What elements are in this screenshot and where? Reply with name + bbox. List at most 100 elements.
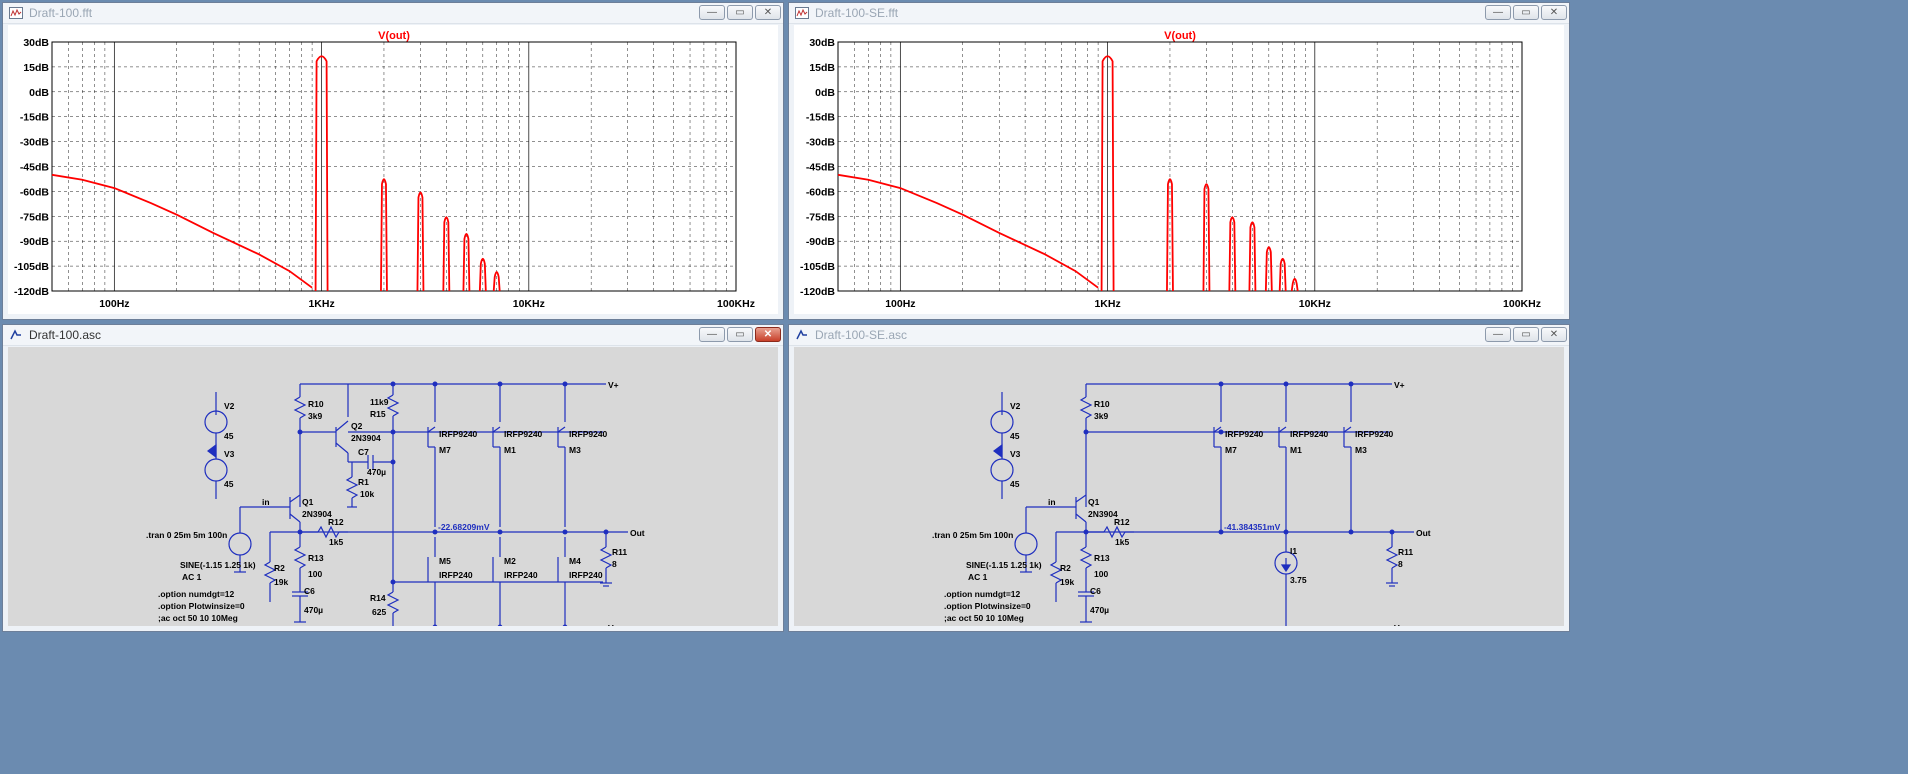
option-numdgt[interactable]: .option numdgt=12: [158, 589, 235, 599]
r13-value: 100: [308, 569, 322, 579]
harmonic-peak: [1278, 257, 1287, 292]
i1-label: I1: [1290, 546, 1297, 556]
v3-value: 45: [224, 479, 234, 489]
r10-value: 3k9: [308, 411, 322, 421]
harmonic-peak: [478, 257, 487, 292]
r2-label: R2: [274, 563, 285, 573]
node-voltage: -22.68209mV: [438, 522, 490, 532]
node-voltage: -41.384351mV: [1224, 522, 1281, 532]
schematic-window-2[interactable]: Draft-100-SE.asc — ▭ ✕ V2 45 V3 45 R10 3…: [788, 324, 1570, 632]
v2-label: V2: [224, 401, 235, 411]
ac-source: AC 1: [968, 572, 988, 582]
out-label: Out: [1416, 528, 1431, 538]
y-tick-label: 0dB: [815, 87, 835, 99]
r1-value: 10k: [360, 489, 374, 499]
schematic-diagram-2[interactable]: V2 45 V3 45 R10 3k9 Q1 2N3904 in R12 1k5…: [794, 347, 1564, 626]
y-tick-label: -105dB: [14, 261, 49, 273]
titlebar[interactable]: Draft-100-SE.asc — ▭ ✕: [789, 325, 1569, 346]
m7-model: IRFP9240: [439, 429, 478, 439]
minimize-button[interactable]: —: [1485, 5, 1511, 20]
ac-source: AC 1: [182, 572, 202, 582]
r2-value: 19k: [1060, 577, 1074, 587]
m5-model: IRFP240: [439, 570, 473, 580]
q2-label: Q2: [351, 421, 363, 431]
option-numdgt[interactable]: .option numdgt=12: [944, 589, 1021, 599]
r14-value: 625: [372, 607, 386, 617]
maximize-button[interactable]: ▭: [727, 5, 753, 20]
close-button[interactable]: ✕: [755, 5, 781, 20]
schematic-canvas[interactable]: V2 45 V3 45 R10 3k9 Q2 2N3904 11k9 R15 C…: [8, 347, 778, 626]
x-tick-label: 100KHz: [1503, 298, 1541, 310]
m3-model: IRFP9240: [1355, 429, 1394, 439]
r2-label: R2: [1060, 563, 1071, 573]
vplus-label: V+: [608, 380, 619, 390]
option-plotwinsize[interactable]: .option Plotwinsize=0: [158, 601, 245, 611]
y-tick-label: -15dB: [20, 112, 50, 124]
r13-label: R13: [1094, 553, 1110, 563]
c7-label: C7: [358, 447, 369, 457]
vplus-label: V+: [1394, 380, 1405, 390]
vminus-label: V-: [1394, 623, 1402, 626]
maximize-button[interactable]: ▭: [1513, 5, 1539, 20]
y-tick-label: -30dB: [806, 137, 836, 149]
m1-model: IRFP9240: [1290, 429, 1329, 439]
x-tick-label: 100Hz: [99, 298, 129, 310]
r12-label: R12: [328, 517, 344, 527]
x-tick-label: 1KHz: [1094, 298, 1120, 310]
x-tick-label: 100Hz: [885, 298, 915, 310]
y-tick-label: -60dB: [806, 186, 836, 198]
m3-label: M3: [569, 445, 581, 455]
schematic-window-1[interactable]: Draft-100.asc — ▭ ✕ V2 45 V3 45 R10 3k9 …: [2, 324, 784, 632]
fft-window-1[interactable]: Draft-100.fft — ▭ ✕ 30dB 15dB 0dB -15dB -30d…: [2, 2, 784, 320]
tran-directive[interactable]: .tran 0 25m 5m 100n: [932, 530, 1013, 540]
maximize-button[interactable]: ▭: [1513, 327, 1539, 342]
c6-label: C6: [304, 586, 315, 596]
m2-label: M2: [504, 556, 516, 566]
m1-model: IRFP9240: [504, 429, 543, 439]
r15-value: 11k9: [370, 397, 389, 407]
close-button[interactable]: ✕: [755, 327, 781, 342]
v2-value: 45: [1010, 431, 1020, 441]
y-tick-label: -105dB: [800, 261, 835, 273]
y-tick-label: -120dB: [14, 286, 49, 298]
titlebar[interactable]: Draft-100-SE.fft — ▭ ✕: [789, 3, 1569, 24]
schematic-canvas[interactable]: V2 45 V3 45 R10 3k9 Q1 2N3904 in R12 1k5…: [794, 347, 1564, 626]
fft-plot-area[interactable]: 30dB 15dB 0dB -15dB -30dB -45dB -60dB -75dB -90d…: [8, 25, 778, 314]
ac-comment[interactable]: ;ac oct 50 10 10Meg: [158, 613, 238, 623]
fft-chart-1[interactable]: 30dB 15dB 0dB -15dB -30dB -45dB -60dB -75dB -90d…: [8, 25, 778, 314]
sine-source: SINE(-1.15 1.25 1k): [966, 560, 1042, 570]
titlebar[interactable]: Draft-100.asc — ▭ ✕: [3, 325, 783, 346]
close-button[interactable]: ✕: [1541, 5, 1567, 20]
ac-comment[interactable]: ;ac oct 50 10 10Meg: [944, 613, 1024, 623]
m4-label: M4: [569, 556, 581, 566]
sine-source: SINE(-1.15 1.25 1k): [180, 560, 256, 570]
m1-label: M1: [504, 445, 516, 455]
q1-label: Q1: [1088, 497, 1100, 507]
schematic-diagram-1[interactable]: V2 45 V3 45 R10 3k9 Q2 2N3904 11k9 R15 C…: [8, 347, 778, 626]
tran-directive[interactable]: .tran 0 25m 5m 100n: [146, 530, 227, 540]
y-tick-label: -90dB: [20, 236, 50, 248]
titlebar[interactable]: Draft-100.fft — ▭ ✕: [3, 3, 783, 24]
out-label: Out: [630, 528, 645, 538]
m4-model: IRFP240: [569, 570, 603, 580]
fft-chart-2[interactable]: 30dB 15dB 0dB -15dB -30dB -45dB -60dB -75dB -90d…: [794, 25, 1564, 314]
grid: [837, 41, 1523, 292]
r10-value: 3k9: [1094, 411, 1108, 421]
y-tick-label: 30dB: [23, 37, 49, 49]
i1-value: 3.75: [1290, 575, 1307, 585]
r12-value: 1k5: [1115, 537, 1129, 547]
minimize-button[interactable]: —: [699, 327, 725, 342]
minimize-button[interactable]: —: [1485, 327, 1511, 342]
y-tick-label: -75dB: [806, 211, 836, 223]
minimize-button[interactable]: —: [699, 5, 725, 20]
maximize-button[interactable]: ▭: [727, 327, 753, 342]
v3-label: V3: [1010, 449, 1021, 459]
m5-label: M5: [439, 556, 451, 566]
y-tick-label: -15dB: [806, 112, 836, 124]
option-plotwinsize[interactable]: .option Plotwinsize=0: [944, 601, 1031, 611]
y-tick-label: -120dB: [800, 286, 835, 298]
fft-plot-area[interactable]: 30dB 15dB 0dB -15dB -30dB -45dB -60dB -75dB -90d…: [794, 25, 1564, 314]
y-tick-label: -75dB: [20, 211, 50, 223]
close-button[interactable]: ✕: [1541, 327, 1567, 342]
fft-window-2[interactable]: Draft-100-SE.fft — ▭ ✕ 30dB 15dB 0dB -15dB -…: [788, 2, 1570, 320]
